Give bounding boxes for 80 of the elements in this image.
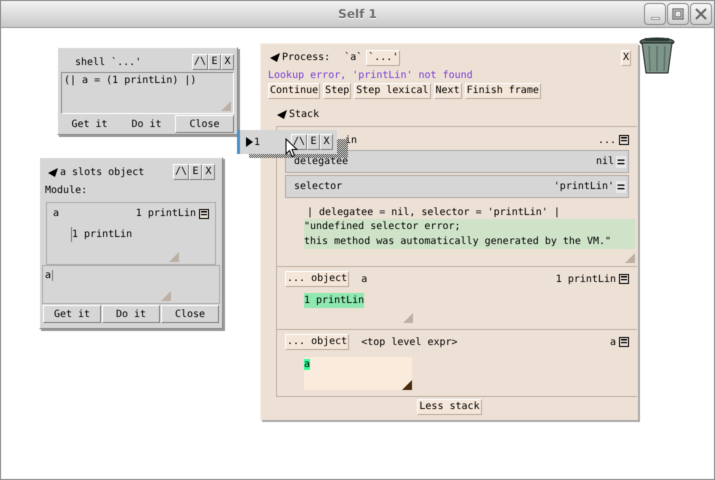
frame-name: a <box>361 272 368 286</box>
play-triangle-icon[interactable] <box>246 137 253 147</box>
triangle-icon[interactable] <box>48 168 58 176</box>
comment-line: this method was automatically generated by the VM." <box>304 235 612 249</box>
frame-number: 1 <box>254 136 262 150</box>
morph-control-button[interactable]: X <box>320 134 333 150</box>
code-text: (| a = (1 printLin) |) <box>64 75 196 86</box>
window-title: a slots object <box>60 166 146 180</box>
slot-code: 1 printLin <box>71 227 132 242</box>
debug-button[interactable]: Continue <box>268 83 320 99</box>
evaluator-field[interactable]: a <box>42 265 220 304</box>
debug-button[interactable]: Finish frame <box>464 83 541 99</box>
slot-name: delegatee <box>294 155 350 169</box>
code-editor[interactable]: a <box>304 357 412 390</box>
slot-value: nil <box>596 155 614 169</box>
resize-grip-icon[interactable] <box>221 101 231 111</box>
frame-header: in <box>345 134 358 148</box>
slot-name: a <box>53 207 60 221</box>
slots-button[interactable]: Do it <box>102 305 160 323</box>
triangle-icon[interactable] <box>270 53 280 62</box>
error-message: Lookup error, 'printLin' not found <box>268 69 474 82</box>
equals-box-icon[interactable] <box>616 180 626 192</box>
resize-grip-icon[interactable] <box>169 252 179 262</box>
maximize-icon <box>672 8 684 20</box>
triangle-icon[interactable] <box>277 110 287 118</box>
slot-value: 1 printLin <box>136 207 196 221</box>
collapse-box-icon[interactable] <box>199 208 209 218</box>
module-label: Module: <box>45 184 88 198</box>
less-stack-button[interactable]: Less stack <box>417 399 482 415</box>
minimize-button[interactable] <box>644 3 666 25</box>
debug-button[interactable]: Next <box>434 83 462 99</box>
frame-value: a <box>610 336 616 350</box>
debug-button[interactable]: Step <box>323 83 352 99</box>
collapse-box-icon[interactable] <box>619 274 629 284</box>
equals-box-icon[interactable] <box>616 156 626 168</box>
collapse-box-icon[interactable] <box>619 337 629 347</box>
morph-control-button[interactable]: /\ <box>192 54 208 70</box>
resize-grip-icon[interactable] <box>161 291 171 301</box>
resize-grip-icon[interactable] <box>625 253 635 263</box>
minimize-icon <box>650 16 660 20</box>
close-button[interactable] <box>690 3 712 25</box>
comment-line: "undefined selector error; <box>304 220 462 234</box>
stack-label: Stack <box>289 108 320 122</box>
resize-grip-icon[interactable] <box>402 380 412 390</box>
collapse-box-icon[interactable] <box>619 135 629 145</box>
trash-can-icon[interactable] <box>637 37 677 75</box>
morph-control-button[interactable]: E <box>307 134 320 150</box>
shell-button[interactable]: Close <box>175 115 234 133</box>
object-button[interactable]: ... object <box>285 271 350 287</box>
frame-value: 1 printLin <box>556 272 616 286</box>
code-text: 1 printLin <box>304 293 364 308</box>
process-name: `a` <box>344 51 362 65</box>
window-close-control[interactable]: X <box>620 50 631 66</box>
code-editor[interactable]: (| a = (1 printLin) |) <box>61 72 234 114</box>
window-title: shell `...' <box>75 56 142 70</box>
maximize-button[interactable] <box>667 3 689 25</box>
code-text: a <box>304 359 310 370</box>
name-button[interactable]: `...' <box>366 50 400 66</box>
method-source: | delegatee = nil, selector = 'printLin' | <box>306 206 561 219</box>
evaluator-text: a <box>45 270 54 281</box>
frame-name: <top level expr> <box>361 336 459 350</box>
slots-button[interactable]: Get it <box>43 305 101 323</box>
object-button[interactable]: ... object <box>285 334 350 350</box>
morph-control-button[interactable]: E <box>208 54 221 70</box>
resize-grip-icon[interactable] <box>403 313 413 323</box>
slot-name: selector <box>294 180 344 194</box>
frame-value: ... <box>598 134 616 148</box>
morph-control-button[interactable]: E <box>189 164 202 180</box>
slot-row[interactable]: selector 'printLin' <box>285 175 629 198</box>
slot-row[interactable]: delegatee nil <box>285 150 629 173</box>
close-icon <box>695 8 707 20</box>
window-title: Self 1 <box>338 6 377 23</box>
dragged-morph[interactable]: 1 /\ E X <box>237 130 337 154</box>
morph-control-button[interactable]: /\ <box>172 164 189 180</box>
slot-value: 'printLin' <box>554 180 614 194</box>
morph-control-button[interactable]: X <box>202 164 215 180</box>
process-label: Process: <box>282 51 330 65</box>
slots-button[interactable]: Close <box>161 305 219 323</box>
morph-control-button[interactable]: X <box>221 54 234 70</box>
debug-button[interactable]: Step lexical <box>354 83 431 99</box>
